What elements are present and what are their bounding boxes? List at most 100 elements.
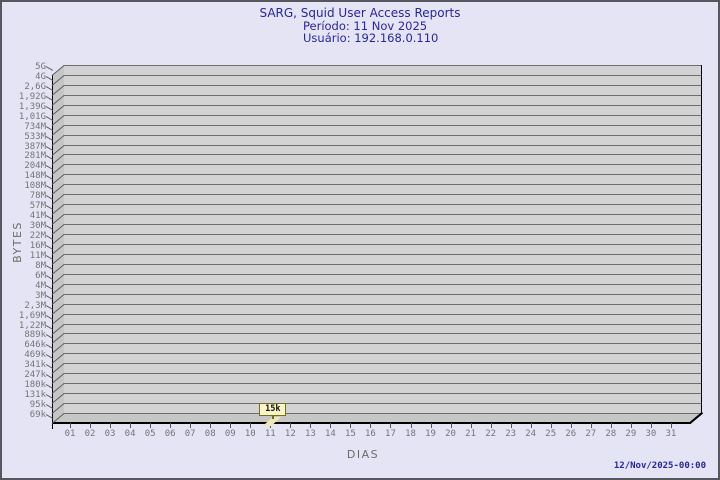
y-tick-label: 1,39G <box>2 102 46 112</box>
y-tick-label: 1,01G <box>2 112 46 122</box>
x-tick <box>671 423 672 428</box>
x-tick-label: 30 <box>640 429 662 439</box>
y-tick-label: 5G <box>2 62 46 72</box>
gridline <box>64 115 702 116</box>
x-tick <box>310 423 311 428</box>
gridline <box>64 294 702 295</box>
gridline <box>64 145 702 146</box>
x-tick-label: 23 <box>500 429 522 439</box>
y-tick-label: 2,3M <box>2 301 46 311</box>
plot-area <box>64 65 702 413</box>
x-tick-label: 19 <box>420 429 442 439</box>
gridline <box>64 284 702 285</box>
x-tick <box>591 423 592 428</box>
gridline <box>64 75 702 76</box>
x-tick-label: 04 <box>119 429 141 439</box>
x-tick <box>571 423 572 428</box>
x-tick <box>290 423 291 428</box>
y-axis-line <box>52 75 53 429</box>
x-tick-label: 21 <box>460 429 482 439</box>
plot-left-wall <box>52 65 64 423</box>
y-tick-label: 95k <box>2 400 46 410</box>
y-tick-label: 69k <box>2 410 46 420</box>
x-tick-label: 08 <box>199 429 221 439</box>
gridline <box>64 135 702 136</box>
x-tick <box>411 423 412 428</box>
generated-timestamp: 12/Nov/2025-00:00 <box>614 461 706 471</box>
gridline <box>64 373 702 374</box>
x-tick-label: 05 <box>139 429 161 439</box>
y-tick-label: 1,69M <box>2 311 46 321</box>
y-tick-label: 148M <box>2 171 46 181</box>
x-tick <box>210 423 211 428</box>
y-axis-title: BYTES <box>11 211 25 273</box>
y-tick-label: 533M <box>2 132 46 142</box>
x-tick-label: 31 <box>660 429 682 439</box>
y-tick-label: 734M <box>2 122 46 132</box>
x-tick-label: 10 <box>239 429 261 439</box>
y-tick-label: 281M <box>2 151 46 161</box>
x-tick-label: 12 <box>279 429 301 439</box>
gridline <box>64 164 702 165</box>
gridline <box>64 264 702 265</box>
x-tick-label: 07 <box>179 429 201 439</box>
gridline <box>64 393 702 394</box>
x-tick <box>390 423 391 428</box>
x-axis-title: DIAS <box>332 448 394 461</box>
gridline <box>64 224 702 225</box>
x-tick <box>631 423 632 428</box>
x-tick-label: 15 <box>339 429 361 439</box>
gridline <box>64 95 702 96</box>
gridline <box>64 85 702 86</box>
x-tick <box>170 423 171 428</box>
x-tick-label: 03 <box>99 429 121 439</box>
y-tick <box>46 66 53 71</box>
x-tick <box>491 423 492 428</box>
x-tick-label: 09 <box>219 429 241 439</box>
y-tick-label: 4M <box>2 281 46 291</box>
x-tick <box>190 423 191 428</box>
gridline <box>64 204 702 205</box>
gridline <box>64 324 702 325</box>
y-tick-label: 469k <box>2 350 46 360</box>
y-tick-label: 387M <box>2 142 46 152</box>
x-axis-line <box>52 422 691 424</box>
y-tick-label: 247k <box>2 370 46 380</box>
x-tick-label: 13 <box>299 429 321 439</box>
gridline <box>64 234 702 235</box>
x-tick-label: 11 <box>259 429 281 439</box>
x-tick-label: 25 <box>540 429 562 439</box>
gridline <box>64 304 702 305</box>
y-tick-label: 204M <box>2 161 46 171</box>
gridline <box>64 154 702 155</box>
gridline <box>64 105 702 106</box>
report-canvas: SARG, Squid User Access Reports Período:… <box>0 0 720 480</box>
y-tick-label: 78M <box>2 191 46 201</box>
gridline <box>64 244 702 245</box>
x-tick <box>511 423 512 428</box>
x-tick-label: 17 <box>379 429 401 439</box>
y-tick-label: 131k <box>2 390 46 400</box>
x-tick-label: 20 <box>440 429 462 439</box>
gridline <box>64 274 702 275</box>
gridline <box>64 353 702 354</box>
y-tick-label: 341k <box>2 360 46 370</box>
x-tick <box>651 423 652 428</box>
x-tick-label: 27 <box>580 429 602 439</box>
x-tick-label: 02 <box>79 429 101 439</box>
x-tick <box>471 423 472 428</box>
x-tick-label: 14 <box>319 429 341 439</box>
gridline <box>64 184 702 185</box>
x-tick <box>150 423 151 428</box>
y-tick-label: 646k <box>2 340 46 350</box>
x-tick <box>451 423 452 428</box>
gridline <box>64 413 702 414</box>
gridline <box>64 383 702 384</box>
x-tick <box>330 423 331 428</box>
x-tick <box>130 423 131 428</box>
gridline <box>64 403 702 404</box>
x-tick <box>551 423 552 428</box>
x-tick <box>611 423 612 428</box>
x-tick-label: 26 <box>560 429 582 439</box>
gridline <box>64 214 702 215</box>
